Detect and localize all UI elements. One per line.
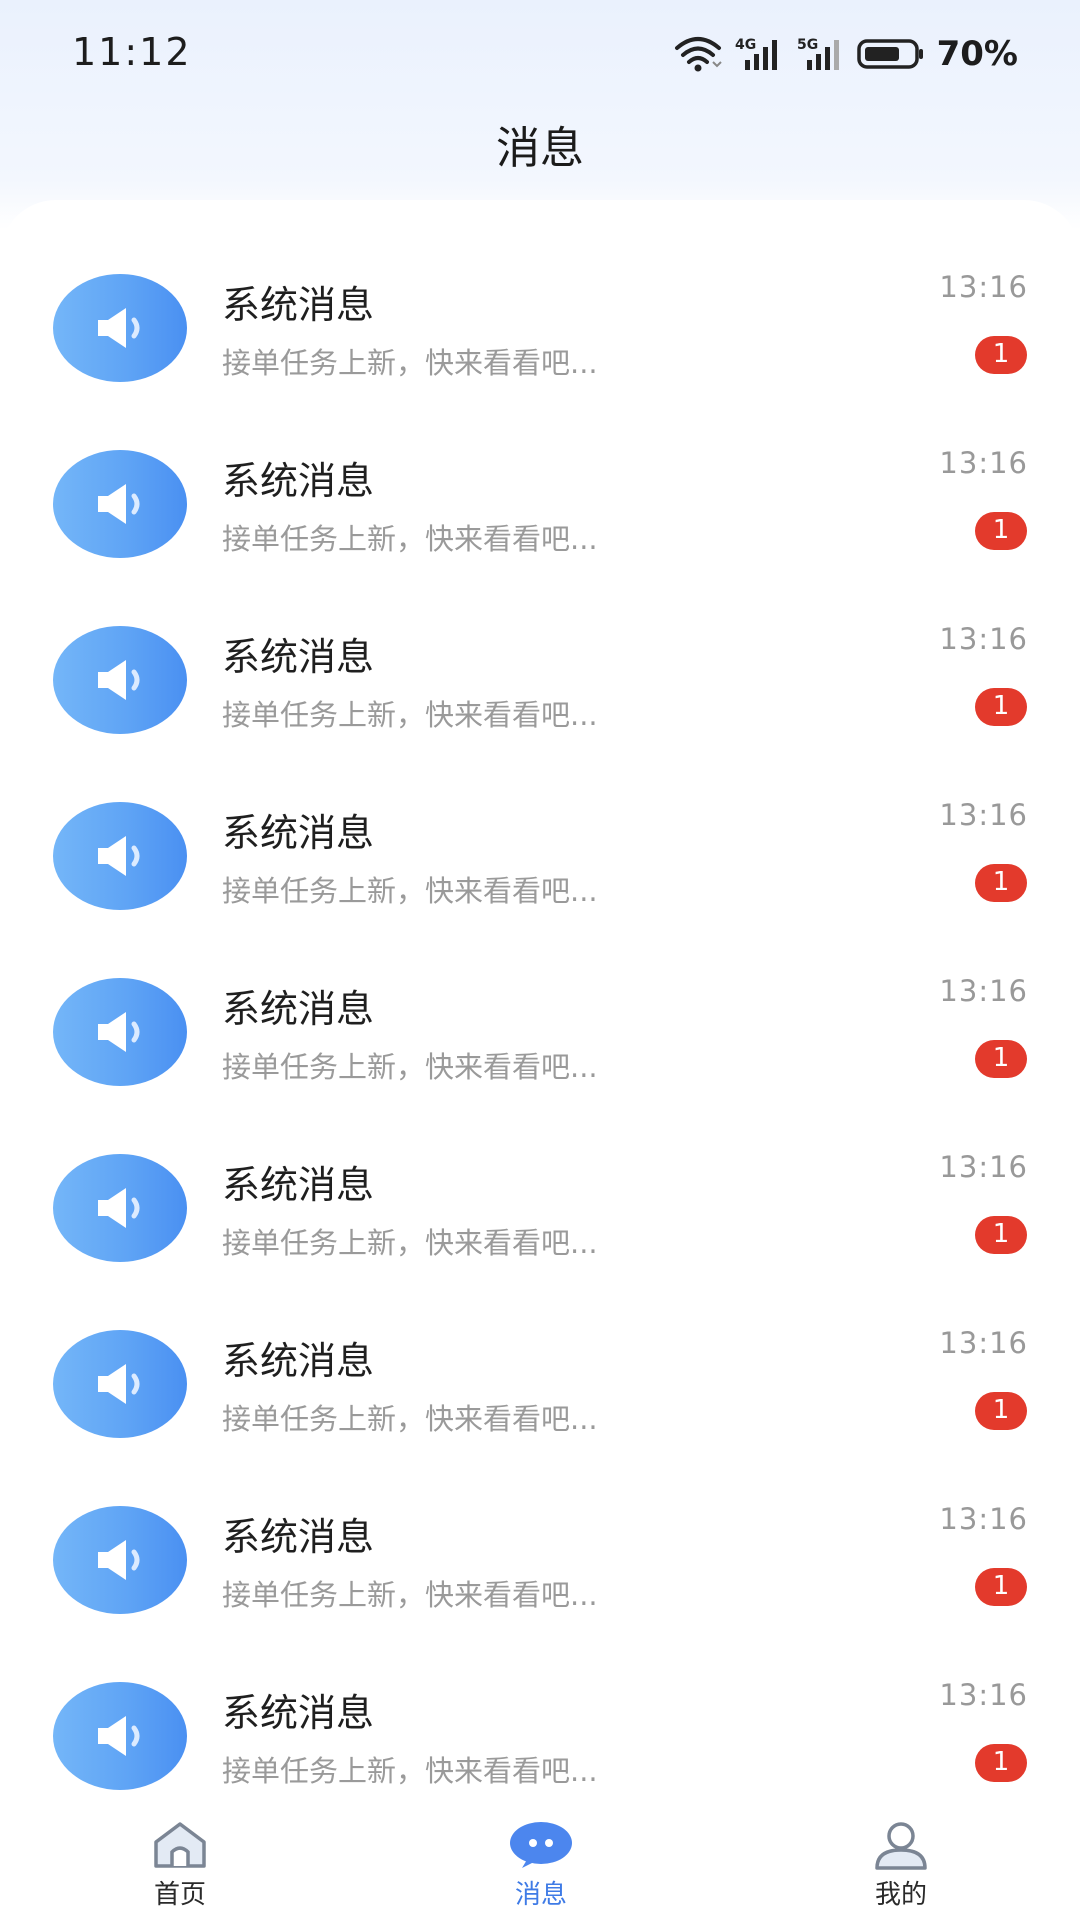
unread-badge: 1 [975, 1040, 1027, 1078]
message-item[interactable]: 系统消息 接单任务上新，快来看看吧... 13:16 1 [0, 1322, 1080, 1498]
status-icons: 4G 5G 70% [673, 32, 1018, 76]
tab-mine[interactable]: 我的 [801, 1808, 1001, 1920]
tab-home[interactable]: 首页 [80, 1808, 280, 1920]
speaker-icon [53, 1330, 187, 1438]
network-2-label: 5G [797, 37, 818, 53]
message-preview: 接单任务上新，快来看看吧... [222, 698, 598, 732]
signal-4g-icon: 4G [733, 36, 785, 72]
unread-badge: 1 [975, 336, 1027, 374]
message-preview: 接单任务上新，快来看看吧... [222, 1578, 598, 1612]
message-preview: 接单任务上新，快来看看吧... [222, 1754, 598, 1788]
message-title: 系统消息 [222, 459, 375, 503]
tab-messages-label: 消息 [514, 1880, 567, 1910]
status-bar: 11:12 4G 5G 70% [0, 0, 1080, 110]
message-preview: 接单任务上新，快来看看吧... [222, 522, 598, 556]
message-title: 系统消息 [222, 811, 375, 855]
message-title: 系统消息 [222, 1515, 375, 1559]
message-item[interactable]: 系统消息 接单任务上新，快来看看吧... 13:16 1 [0, 970, 1080, 1146]
message-item[interactable]: 系统消息 接单任务上新，快来看看吧... 13:16 1 [0, 618, 1080, 794]
speaker-icon [53, 274, 187, 382]
tab-home-label: 首页 [153, 1880, 206, 1910]
wifi-icon [673, 36, 723, 72]
message-title: 系统消息 [222, 987, 375, 1031]
unread-badge: 1 [975, 1392, 1027, 1430]
message-list-container: 系统消息 接单任务上新，快来看看吧... 13:16 1 系统消息 接单任务上新… [0, 200, 1080, 1810]
unread-badge: 1 [975, 1744, 1027, 1782]
signal-5g-icon: 5G [795, 36, 847, 72]
unread-badge: 1 [975, 1216, 1027, 1254]
message-list[interactable]: 系统消息 接单任务上新，快来看看吧... 13:16 1 系统消息 接单任务上新… [0, 200, 1080, 1810]
message-time: 13:16 [939, 446, 1028, 480]
message-time: 13:16 [939, 1502, 1028, 1536]
message-preview: 接单任务上新，快来看看吧... [222, 1226, 598, 1260]
unread-badge: 1 [975, 512, 1027, 550]
message-title: 系统消息 [222, 635, 375, 679]
unread-badge: 1 [975, 688, 1027, 726]
message-time: 13:16 [939, 798, 1028, 832]
message-time: 13:16 [939, 1678, 1028, 1712]
message-title: 系统消息 [222, 1163, 375, 1207]
home-icon [150, 1820, 210, 1870]
speaker-icon [53, 626, 187, 734]
message-title: 系统消息 [222, 1339, 375, 1383]
message-time: 13:16 [939, 974, 1028, 1008]
unread-badge: 1 [975, 864, 1027, 902]
message-preview: 接单任务上新，快来看看吧... [222, 874, 598, 908]
speaker-icon [53, 802, 187, 910]
message-item[interactable]: 系统消息 接单任务上新，快来看看吧... 13:16 1 [0, 266, 1080, 442]
bottom-tab-bar: 首页 消息 我的 [0, 1808, 1080, 1920]
message-time: 13:16 [939, 1326, 1028, 1360]
message-item[interactable]: 系统消息 接单任务上新，快来看看吧... 13:16 1 [0, 794, 1080, 970]
tab-messages[interactable]: 消息 [441, 1808, 641, 1920]
speaker-icon [53, 978, 187, 1086]
page-title: 消息 [496, 123, 584, 174]
speaker-icon [53, 1682, 187, 1790]
chat-bubble-icon [508, 1820, 574, 1870]
unread-badge: 1 [975, 1568, 1027, 1606]
status-time: 11:12 [72, 30, 192, 74]
battery-icon [856, 37, 925, 71]
message-time: 13:16 [939, 270, 1028, 304]
message-item[interactable]: 系统消息 接单任务上新，快来看看吧... 13:16 1 [0, 1674, 1080, 1810]
message-item[interactable]: 系统消息 接单任务上新，快来看看吧... 13:16 1 [0, 1498, 1080, 1674]
message-item[interactable]: 系统消息 接单任务上新，快来看看吧... 13:16 1 [0, 1146, 1080, 1322]
message-preview: 接单任务上新，快来看看吧... [222, 1402, 598, 1436]
network-1-label: 4G [735, 37, 756, 53]
tab-mine-label: 我的 [874, 1880, 927, 1910]
message-time: 13:16 [939, 1150, 1028, 1184]
message-title: 系统消息 [222, 283, 375, 327]
speaker-icon [53, 1154, 187, 1262]
speaker-icon [53, 1506, 187, 1614]
user-icon [873, 1820, 929, 1870]
message-title: 系统消息 [222, 1691, 375, 1735]
message-time: 13:16 [939, 622, 1028, 656]
speaker-icon [53, 450, 187, 558]
message-item[interactable]: 系统消息 接单任务上新，快来看看吧... 13:16 1 [0, 442, 1080, 618]
message-preview: 接单任务上新，快来看看吧... [222, 346, 598, 380]
message-preview: 接单任务上新，快来看看吧... [222, 1050, 598, 1084]
battery-percent: 70% [936, 34, 1018, 74]
